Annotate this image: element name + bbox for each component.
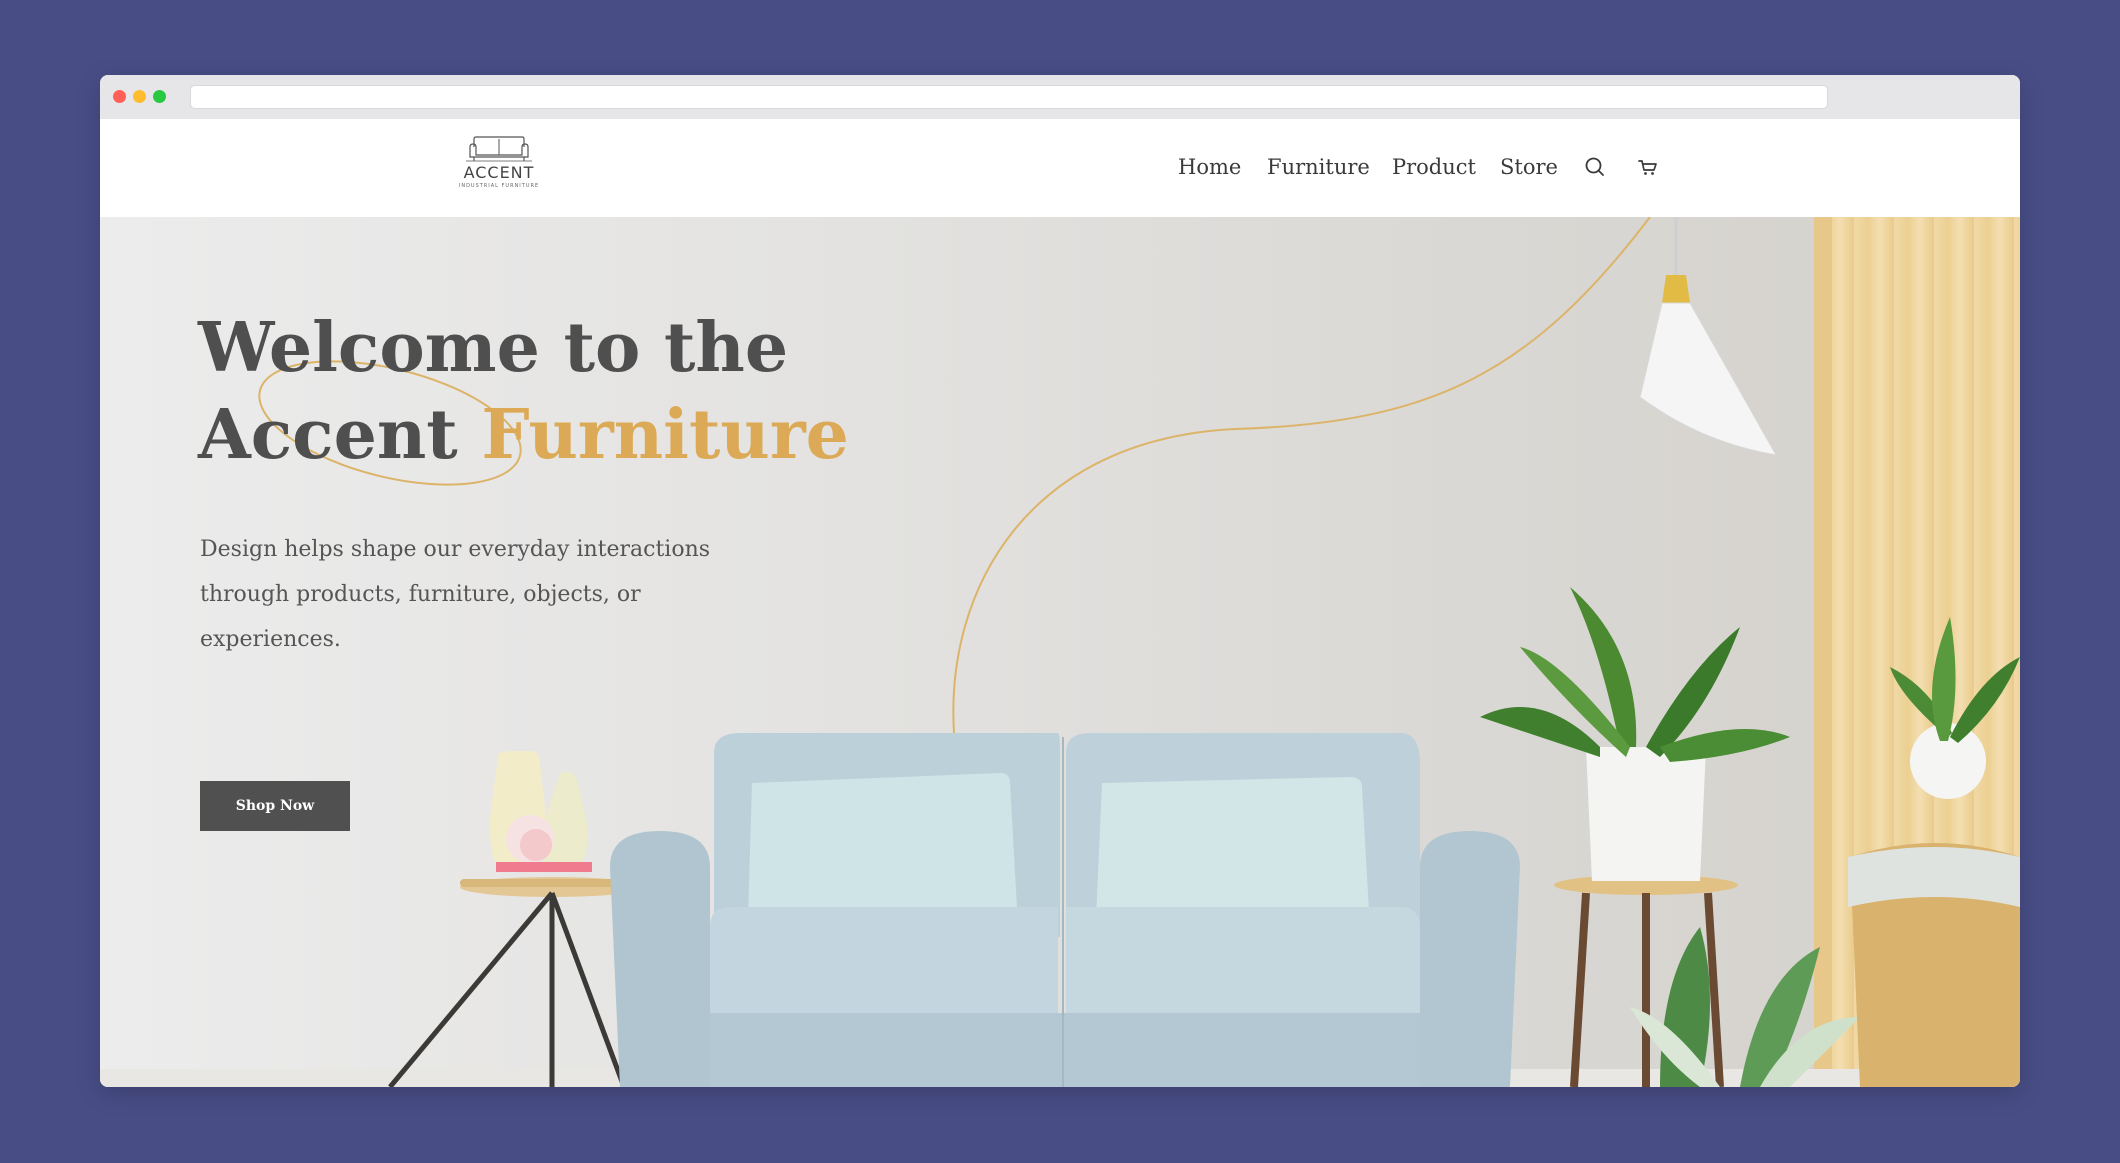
nav-home[interactable]: Home <box>1178 155 1241 179</box>
nav-furniture[interactable]: Furniture <box>1267 155 1370 179</box>
sofa-logo-icon <box>466 136 532 162</box>
logo-text: ACCENT <box>463 163 535 182</box>
logo-subtext: INDUSTRIAL FURNITURE <box>458 183 540 189</box>
hero-title-accent: Furniture <box>481 395 849 475</box>
address-bar[interactable] <box>190 85 1828 109</box>
site-logo[interactable]: ACCENT INDUSTRIAL FURNITURE <box>452 135 546 191</box>
hero-description: Design helps shape our everyday interact… <box>200 537 711 652</box>
close-window-button[interactable] <box>113 90 126 103</box>
search-icon[interactable] <box>1584 156 1606 182</box>
shop-now-button[interactable]: Shop Now <box>200 781 350 831</box>
hero-title: Welcome to the Accent Furniture <box>198 305 898 479</box>
hero-section: Welcome to the Accent Furniture Design h… <box>100 217 2020 1087</box>
site-header: ACCENT INDUSTRIAL FURNITURE Home Furnitu… <box>100 119 2020 217</box>
hero-title-line1: Welcome to the <box>198 308 789 388</box>
maximize-window-button[interactable] <box>153 90 166 103</box>
minimize-window-button[interactable] <box>133 90 146 103</box>
browser-window: ACCENT INDUSTRIAL FURNITURE Home Furnitu… <box>100 75 2020 1087</box>
browser-toolbar <box>100 75 2020 119</box>
cart-icon[interactable] <box>1637 156 1659 182</box>
nav-store[interactable]: Store <box>1500 155 1558 179</box>
hero-title-prefix: Accent <box>198 395 482 475</box>
hero-title-line2: Accent Furniture <box>198 392 898 479</box>
nav-product[interactable]: Product <box>1392 155 1476 179</box>
